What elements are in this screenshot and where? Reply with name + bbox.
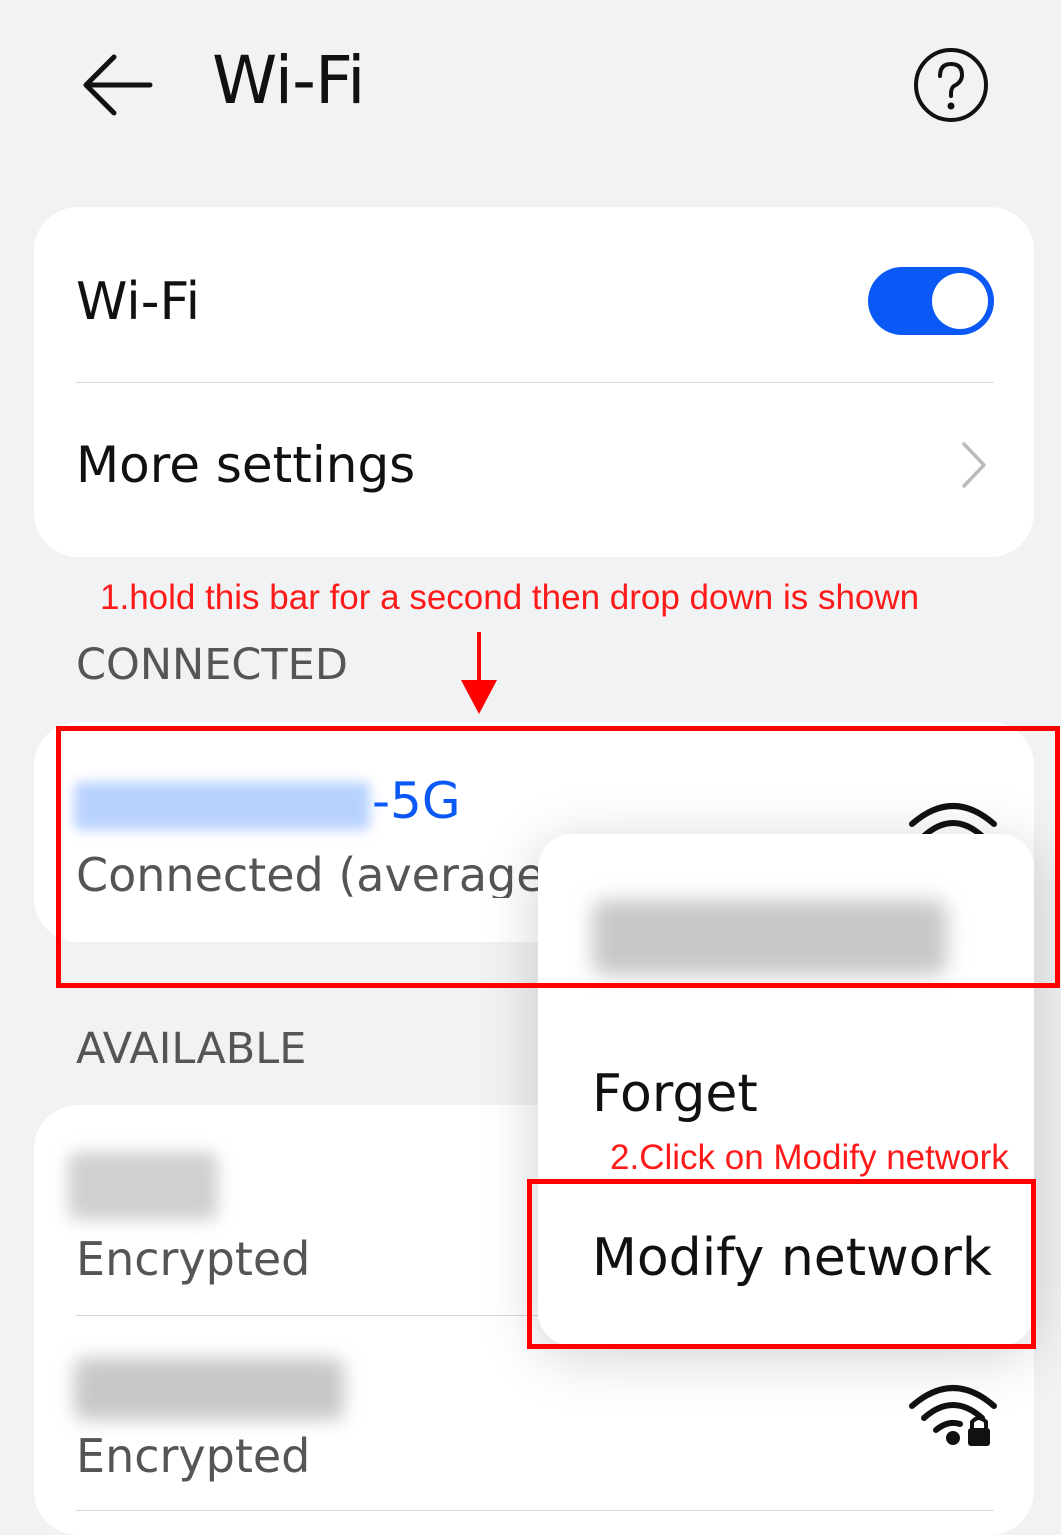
wifi-toggle-label: Wi-Fi [76, 272, 201, 332]
annotation-step1: 1.hold this bar for a second then drop d… [100, 578, 920, 617]
annotation-highlight-connected [56, 726, 1060, 988]
section-header-connected: CONNECTED [76, 640, 348, 690]
chevron-right-icon [962, 442, 986, 488]
divider [76, 1510, 994, 1511]
annotation-highlight-modify [527, 1179, 1036, 1349]
page-title: Wi-Fi [212, 42, 365, 119]
annotation-step2: 2.Click on Modify network [610, 1138, 1009, 1177]
network-security-status: Encrypted [76, 1429, 311, 1483]
annotation-arrow-icon [461, 632, 497, 714]
divider [76, 382, 994, 383]
available-network-name-blurred[interactable] [68, 1152, 218, 1220]
section-header-available: AVAILABLE [76, 1024, 307, 1074]
network-security-status: Encrypted [76, 1232, 311, 1286]
wifi-toggle-switch[interactable] [868, 267, 994, 335]
toggle-knob [932, 273, 988, 329]
back-arrow-icon[interactable] [78, 52, 154, 118]
help-icon[interactable] [912, 46, 990, 124]
forget-menu-item[interactable]: Forget [592, 1068, 758, 1120]
more-settings-item[interactable]: More settings [76, 440, 415, 490]
available-network-name-blurred[interactable] [74, 1358, 344, 1420]
wifi-locked-icon [909, 1385, 997, 1446]
